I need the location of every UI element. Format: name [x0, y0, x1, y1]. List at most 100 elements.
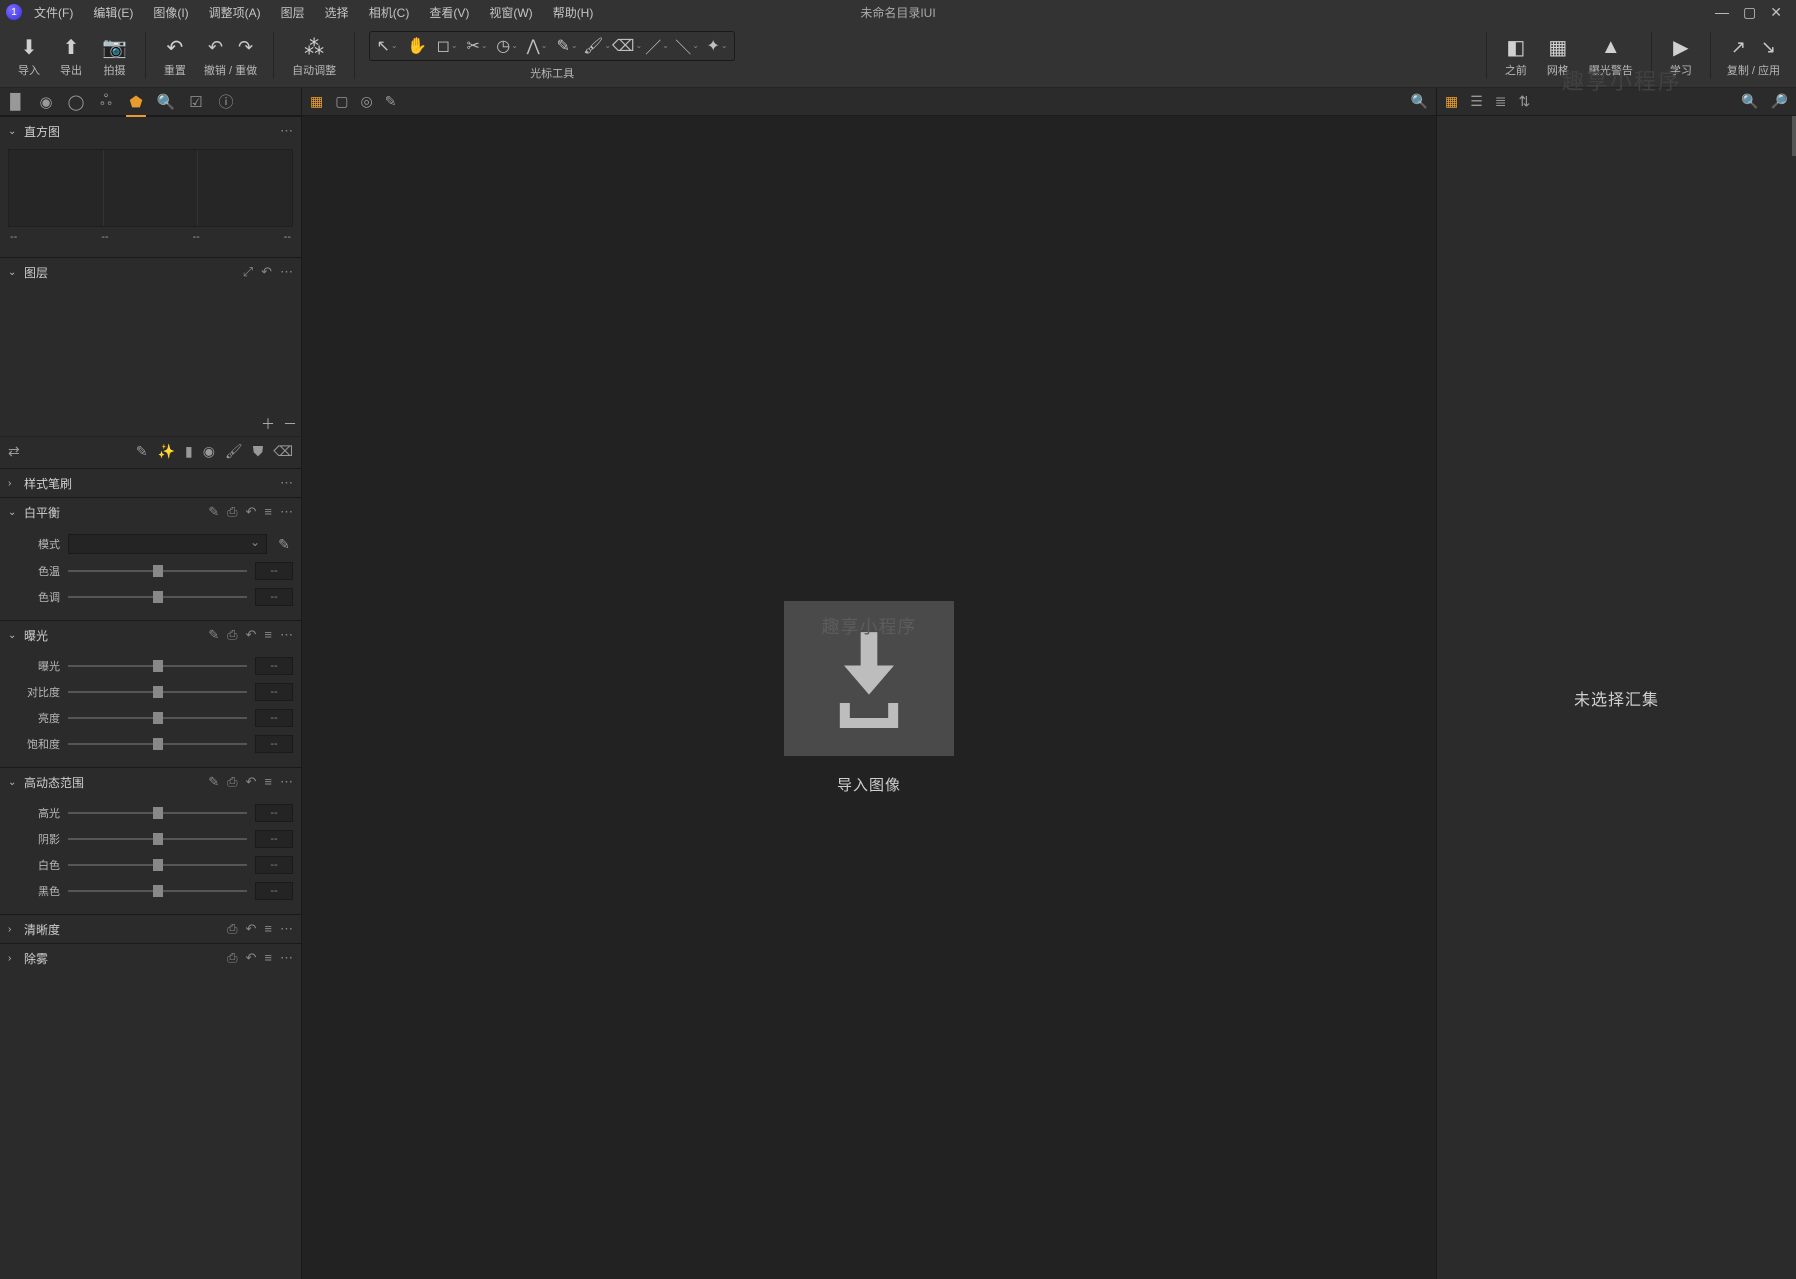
pen-icon[interactable]: ✎ [208, 504, 219, 520]
highlight-slider[interactable] [68, 812, 247, 814]
menu-help[interactable]: 帮助(H) [545, 1, 602, 24]
brightness-slider[interactable] [68, 717, 247, 719]
clone-tool[interactable]: ✦⌄ [702, 32, 732, 60]
revert-icon[interactable]: ↶ [246, 774, 257, 790]
minimize-icon[interactable]: — [1715, 4, 1729, 21]
chevron-down-icon[interactable]: ⌄ [8, 267, 20, 278]
menu-icon[interactable]: ≡ [264, 774, 272, 790]
highlight-value[interactable]: -- [255, 804, 293, 822]
more-icon[interactable]: ⋯ [280, 921, 293, 937]
eraser-tool[interactable]: ⌫⌄ [612, 32, 642, 60]
pen-icon[interactable]: ✎ [208, 774, 219, 790]
menu-select[interactable]: 选择 [317, 1, 357, 24]
menu-icon[interactable]: ≡ [264, 950, 272, 966]
grid-button[interactable]: ▦ 网格 [1537, 24, 1579, 87]
black-value[interactable]: -- [255, 882, 293, 900]
swap-icon[interactable]: ⇄ [8, 443, 20, 460]
revert-icon[interactable]: ↶ [261, 264, 272, 280]
capture-button[interactable]: 📷 拍摄 [92, 24, 137, 87]
tint-value[interactable]: -- [255, 588, 293, 606]
more-icon[interactable]: ⋯ [280, 950, 293, 966]
auto-adjust-button[interactable]: ⁂ 自动调整 [282, 24, 346, 87]
revert-icon[interactable]: ↶ [246, 504, 257, 520]
hand-tool[interactable]: ✋ [402, 32, 432, 60]
pen-icon[interactable]: ✎ [208, 627, 219, 643]
saturation-slider[interactable] [68, 743, 247, 745]
more-icon[interactable]: ⋯ [280, 774, 293, 790]
close-icon[interactable]: ✕ [1770, 4, 1782, 21]
brush-tool[interactable]: 🖌⌄ [582, 32, 612, 60]
info-tab-icon[interactable]: ⓘ [216, 92, 236, 112]
menu-icon[interactable]: ≡ [264, 627, 272, 643]
browser-search-icon[interactable]: 🔍 [1741, 93, 1758, 110]
eyedropper-icon[interactable]: ✎ [136, 443, 148, 460]
chevron-down-icon[interactable]: ⌄ [8, 507, 20, 518]
color-tab-icon[interactable]: ஃ [96, 92, 116, 112]
camera-tab-icon[interactable]: ◉ [36, 92, 56, 112]
import-drop-zone[interactable]: 趣享小程序 [784, 601, 954, 756]
contrast-value[interactable]: -- [255, 683, 293, 701]
remove-layer-icon[interactable]: － [283, 414, 297, 434]
brush-mask-icon[interactable]: 🖌 [225, 443, 243, 460]
menu-window[interactable]: 视窗(W) [481, 1, 540, 24]
contrast-slider[interactable] [68, 691, 247, 693]
exposure-slider[interactable] [68, 665, 247, 667]
wand-view-icon[interactable]: ✎ [385, 93, 397, 110]
more-icon[interactable]: ⋯ [280, 264, 293, 280]
chevron-right-icon[interactable]: › [8, 478, 20, 489]
chevron-down-icon[interactable]: ⌄ [8, 630, 20, 641]
tint-slider[interactable] [68, 596, 247, 598]
clip-icon[interactable]: ⎙ [227, 504, 237, 520]
chevron-right-icon[interactable]: › [8, 924, 20, 935]
shadow-slider[interactable] [68, 838, 247, 840]
clip-icon[interactable]: ⎙ [227, 921, 237, 937]
browser-zoom-icon[interactable]: 🔎 [1771, 93, 1788, 110]
more-icon[interactable]: ⋯ [280, 475, 293, 491]
rotate-tool[interactable]: ◷⌄ [492, 32, 522, 60]
wb-mode-select[interactable] [68, 534, 267, 554]
metadata-tab-icon[interactable]: ☑ [186, 92, 206, 112]
grid-view-icon[interactable]: ▦ [310, 93, 323, 110]
list-view-icon[interactable]: ☰ [1470, 93, 1483, 110]
pointer-tool[interactable]: ↖⌄ [372, 32, 402, 60]
export-button[interactable]: ⬆ 导出 [50, 24, 92, 87]
undo-button[interactable]: ↶ [205, 37, 225, 58]
revert-icon[interactable]: ↶ [246, 921, 257, 937]
chevron-down-icon[interactable]: ⌄ [8, 126, 20, 137]
radial-tool[interactable]: ＼⌄ [672, 32, 702, 60]
import-button[interactable]: ⬇ 导入 [8, 24, 50, 87]
add-layer-icon[interactable]: ＋ [261, 414, 275, 434]
menu-camera[interactable]: 相机(C) [361, 1, 418, 24]
before-button[interactable]: ◧ 之前 [1495, 24, 1537, 87]
stamp-icon[interactable]: ⛊ [253, 443, 264, 460]
film-view-icon[interactable]: ◎ [360, 93, 372, 110]
spot-tool[interactable]: ✎⌄ [552, 32, 582, 60]
erase-mask-icon[interactable]: ⌫ [273, 443, 293, 460]
maximize-icon[interactable]: ▢ [1743, 4, 1756, 21]
revert-icon[interactable]: ↶ [246, 950, 257, 966]
menu-view[interactable]: 查看(V) [421, 1, 477, 24]
more-icon[interactable]: ⋯ [280, 123, 293, 139]
menu-icon[interactable]: ≡ [264, 504, 272, 520]
menu-edit[interactable]: 编辑(E) [85, 1, 141, 24]
apply-button[interactable]: ↘ [1758, 37, 1778, 58]
menu-layer[interactable]: 图层 [273, 1, 313, 24]
revert-icon[interactable]: ↶ [246, 627, 257, 643]
more-icon[interactable]: ⋯ [280, 504, 293, 520]
auto-mask-icon[interactable]: ✨ [158, 443, 175, 460]
saturation-value[interactable]: -- [255, 735, 293, 753]
keystone-tool[interactable]: ⋀⌄ [522, 32, 552, 60]
more-icon[interactable]: ⋯ [280, 627, 293, 643]
white-value[interactable]: -- [255, 856, 293, 874]
detail-view-icon[interactable]: ≣ [1495, 93, 1507, 110]
exposure-warning-button[interactable]: ▲ 曝光警告 [1579, 24, 1643, 87]
sort-icon[interactable]: ⇅ [1519, 93, 1531, 110]
chevron-down-icon[interactable]: ⌄ [8, 777, 20, 788]
thumb-view-icon[interactable]: ▦ [1445, 93, 1458, 110]
search-tab-icon[interactable]: 🔍 [156, 92, 176, 112]
circle-tab-icon[interactable]: ◯ [66, 92, 86, 112]
adjust-tab-icon[interactable]: ⬟ [126, 92, 146, 112]
menu-file[interactable]: 文件(F) [26, 1, 81, 24]
gradient-tool[interactable]: ／⌄ [642, 32, 672, 60]
library-tab-icon[interactable]: ▉ [6, 92, 26, 112]
